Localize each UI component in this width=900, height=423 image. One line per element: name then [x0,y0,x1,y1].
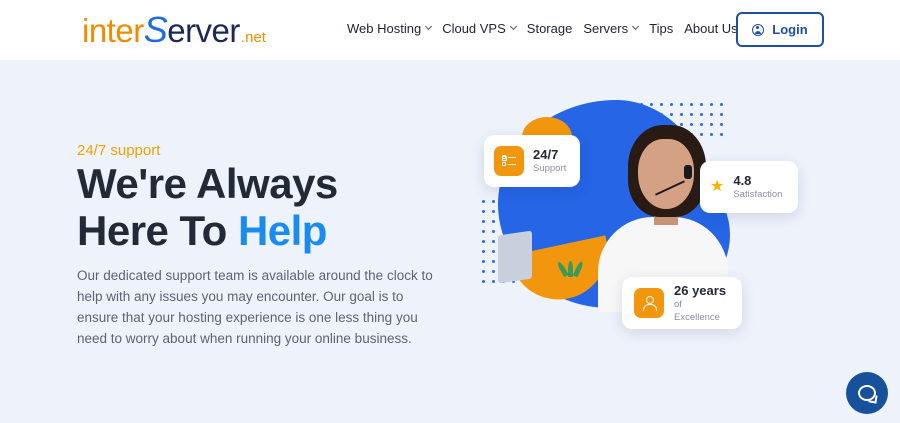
decorative-dot [670,113,673,116]
decorative-dot [492,260,495,263]
chat-launcher-button[interactable] [846,372,888,414]
decorative-dot [482,210,485,213]
nav-web-hosting[interactable]: Web Hosting [347,20,433,36]
decorative-dot [700,113,703,116]
stat-subtitle: of Excellence [674,298,720,323]
nav-label: Web Hosting [347,20,422,36]
decorative-dot [720,113,723,116]
decorative-dot [710,103,713,106]
stat-subtitle: Support [533,163,567,174]
user-badge-icon [634,288,664,318]
decorative-dot [690,103,693,106]
stat-title: 4.8 [733,173,752,188]
decorative-dot [492,240,495,243]
logo-text-net: .net [240,29,266,46]
hero-eyebrow: 24/7 support [77,142,161,159]
decorative-dot [482,220,485,223]
stat-title: 26 years [674,282,727,298]
chat-bubble-icon [858,385,876,401]
decorative-dot [482,240,485,243]
decorative-dot [650,103,653,106]
decorative-dot [482,200,485,203]
hero-description: Our dedicated support team is available … [77,268,433,346]
stat-subtitle: Satisfaction [733,189,783,200]
decorative-dot [482,250,485,253]
interserver-logo[interactable]: interServer .net [82,10,266,50]
nav-label: Tips [649,20,674,36]
nav-cloud-vps[interactable]: Cloud VPS [442,20,517,36]
nav-servers[interactable]: Servers [583,20,640,36]
decorative-dot [720,103,723,106]
decorative-dot [482,280,485,283]
stat-card-satisfaction: ★ 4.8 Satisfaction [700,161,798,213]
decorative-dot [690,113,693,116]
hero-title: We're Always Here To Help [77,160,338,254]
decorative-dot [482,230,485,233]
logo-text-inter: inter [82,12,144,49]
decorative-dot [492,270,495,273]
support-illustration: 24/7 Support ★ 4.8 Satisfaction 26 years… [470,95,810,355]
stat-title: 24/7 [533,147,559,162]
user-circle-icon [752,23,765,36]
logo-text-erver: erver [167,12,240,49]
stat-card-support: 24/7 Support [484,135,580,187]
checklist-icon [494,146,524,176]
star-icon: ★ [710,178,725,195]
chevron-down-icon [632,22,640,30]
decorative-dot [492,250,495,253]
decorative-dot [492,210,495,213]
decorative-dot [492,220,495,223]
decorative-dot [700,103,703,106]
decorative-dot [482,270,485,273]
nav-label: Storage [526,20,573,36]
chevron-down-icon [509,22,517,30]
stat-card-experience: 26 years of Excellence [622,277,742,329]
decorative-dot [710,113,713,116]
hero-title-line1: We're Always [77,160,338,207]
login-button[interactable]: Login [736,12,824,47]
logo-text-s: S [143,9,168,50]
laptop-image [498,230,532,284]
site-header: interServer .net Web Hosting Cloud VPS S… [0,0,900,60]
nav-label: Servers [583,20,629,36]
hero-title-highlight: Help [237,207,328,254]
decorative-dot [492,230,495,233]
decorative-dot [680,113,683,116]
headset-icon [684,165,692,179]
login-label: Login [772,22,808,37]
main-nav: Web Hosting Cloud VPS Storage Servers Ti… [347,0,759,56]
nav-tips[interactable]: Tips [649,21,673,36]
plant-image [556,260,590,278]
decorative-dot [660,103,663,106]
decorative-dot [680,103,683,106]
decorative-dot [670,103,673,106]
hero-title-line2: Here To [77,207,238,254]
nav-storage[interactable]: Storage [527,21,573,36]
nav-label: About Us [684,20,738,36]
decorative-dot [492,280,495,283]
chevron-down-icon [425,22,433,30]
decorative-dot [482,260,485,263]
decorative-dot [492,200,495,203]
nav-label: Cloud VPS [442,20,506,36]
